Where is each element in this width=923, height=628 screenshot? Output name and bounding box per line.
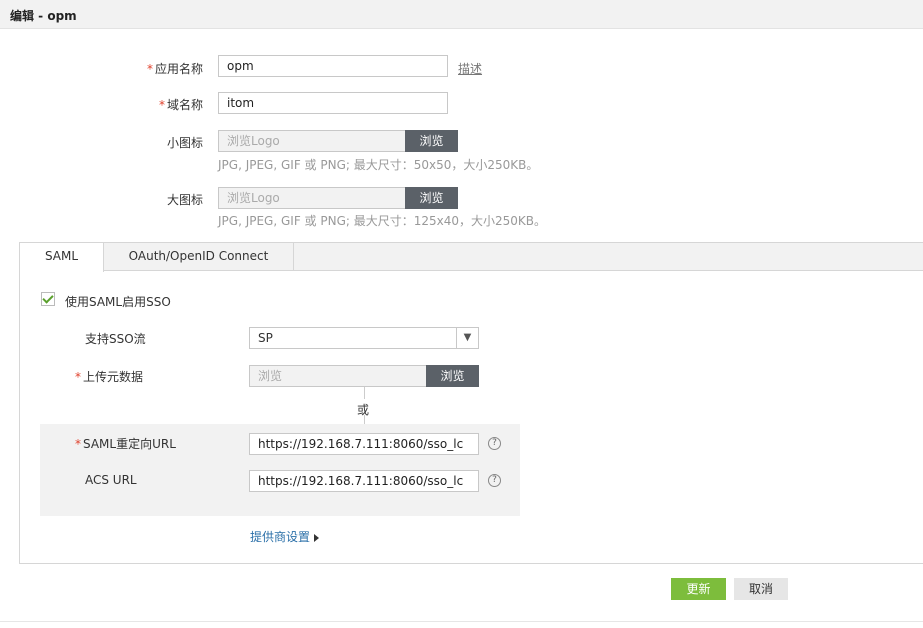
domain-label: * 域名称 bbox=[158, 98, 203, 112]
app-name-label: * 应用名称 bbox=[146, 62, 203, 76]
small-icon-label: 小图标 bbox=[166, 136, 203, 150]
required-mark: * bbox=[158, 98, 165, 112]
acs-url-label: ACS URL bbox=[85, 473, 137, 487]
domain-input[interactable]: itom bbox=[218, 92, 448, 114]
required-mark: * bbox=[146, 62, 153, 76]
large-icon-file-input[interactable]: 浏览Logo bbox=[218, 187, 406, 209]
acs-url-help-icon[interactable]: ? bbox=[488, 474, 501, 487]
enable-saml-sso-label: 使用SAML启用SSO bbox=[65, 295, 171, 309]
chevron-down-icon: ▼ bbox=[456, 328, 478, 348]
update-button[interactable]: 更新 bbox=[671, 578, 726, 600]
sso-flow-value: SP bbox=[258, 331, 273, 345]
footer-divider bbox=[0, 621, 923, 622]
metadata-browse-button[interactable]: 浏览 bbox=[426, 365, 479, 387]
large-icon-browse-button[interactable]: 浏览 bbox=[405, 187, 458, 209]
required-mark: * bbox=[75, 437, 81, 451]
required-mark: * bbox=[75, 370, 81, 384]
describe-link[interactable]: 描述 bbox=[458, 60, 482, 77]
or-separator: 或 bbox=[357, 403, 370, 417]
small-icon-hint: JPG, JPEG, GIF 或 PNG; 最大尺寸：50x50，大小250KB… bbox=[218, 158, 539, 172]
redirect-url-help-icon[interactable]: ? bbox=[488, 437, 501, 450]
cancel-button[interactable]: 取消 bbox=[734, 578, 788, 600]
sso-flow-select[interactable]: SP ▼ bbox=[249, 327, 479, 349]
app-name-input[interactable]: opm bbox=[218, 55, 448, 77]
provider-settings-label: 提供商设置 bbox=[250, 530, 311, 544]
enable-saml-sso-checkbox[interactable] bbox=[41, 292, 55, 306]
tab-oauth-openid[interactable]: OAuth/OpenID Connect bbox=[104, 243, 294, 271]
tab-bar: SAML OAuth/OpenID Connect bbox=[20, 243, 923, 272]
provider-settings-toggle[interactable]: 提供商设置 bbox=[250, 528, 320, 545]
upload-metadata-label: * 上传元数据 bbox=[75, 370, 144, 384]
large-icon-label: 大图标 bbox=[166, 193, 203, 207]
divider-line-top bbox=[364, 387, 365, 399]
caret-right-icon bbox=[314, 534, 320, 542]
metadata-file-input[interactable]: 浏览 bbox=[249, 365, 427, 387]
dialog-header: 编辑 - opm bbox=[0, 0, 923, 29]
small-icon-file-input[interactable]: 浏览Logo bbox=[218, 130, 406, 152]
redirect-url-input[interactable]: https://192.168.7.111:8060/sso_lc bbox=[249, 433, 479, 455]
redirect-url-label: * SAML重定向URL bbox=[75, 437, 176, 451]
acs-url-input[interactable]: https://192.168.7.111:8060/sso_lc bbox=[249, 470, 479, 492]
large-icon-hint: JPG, JPEG, GIF 或 PNG; 最大尺寸：125x40，大小250K… bbox=[218, 214, 547, 228]
tab-saml[interactable]: SAML bbox=[20, 243, 104, 272]
dialog-title: 编辑 - opm bbox=[10, 9, 77, 23]
divider-line-bottom bbox=[364, 415, 365, 424]
sso-flow-label: 支持SSO流 bbox=[85, 332, 146, 346]
small-icon-browse-button[interactable]: 浏览 bbox=[405, 130, 458, 152]
